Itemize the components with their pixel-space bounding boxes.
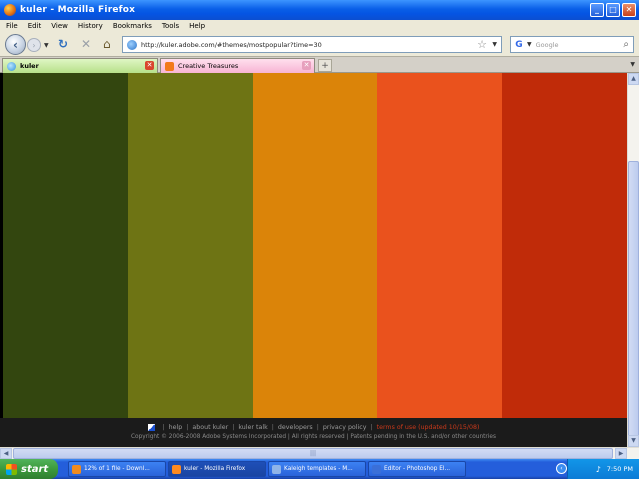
menu-file[interactable]: File: [6, 22, 18, 30]
color-swatch-4[interactable]: [377, 73, 503, 418]
menu-tools[interactable]: Tools: [162, 22, 179, 30]
home-icon[interactable]: ⌂: [103, 38, 111, 50]
footer-link-privacy[interactable]: privacy policy: [323, 424, 367, 431]
google-icon[interactable]: G: [513, 39, 525, 51]
tab-list-dropdown-icon[interactable]: ▼: [630, 61, 635, 68]
navigation-toolbar: ‹ › ▼ ↻ ✕ ⌂ http://kuler.adobe.com/#them…: [0, 32, 639, 56]
forward-button[interactable]: ›: [27, 38, 41, 52]
url-text: http://kuler.adobe.com/#themes/mostpopul…: [141, 40, 322, 49]
url-bar[interactable]: http://kuler.adobe.com/#themes/mostpopul…: [122, 36, 502, 53]
reload-icon[interactable]: ↻: [58, 38, 68, 50]
tab-kuler[interactable]: kuler ✕: [2, 58, 158, 73]
stop-icon[interactable]: ✕: [81, 38, 91, 50]
footer-link-kuler-talk[interactable]: kuler talk: [238, 424, 267, 431]
horizontal-scroll-thumb[interactable]: |||: [13, 448, 613, 459]
color-swatch-1[interactable]: [3, 73, 128, 418]
color-swatch-2[interactable]: [127, 73, 253, 418]
scroll-down-icon[interactable]: ▼: [628, 435, 639, 447]
menu-view[interactable]: View: [51, 22, 68, 30]
windows-taskbar: start 12% of 1 file - Downl... kuler - M…: [0, 459, 639, 479]
search-placeholder: Google: [535, 40, 559, 49]
windows-logo-icon: [6, 463, 17, 475]
taskbar-button-photoshop[interactable]: Editor - Photoshop El...: [368, 461, 466, 477]
history-dropdown-icon[interactable]: ▼: [44, 42, 49, 49]
clock: 7:50 PM: [606, 465, 633, 473]
footer-link-about[interactable]: about kuler: [192, 424, 228, 431]
horizontal-scrollbar[interactable]: ◀ ||| ▶: [0, 447, 639, 459]
footer-link-terms[interactable]: terms of use (updated 10/15/08): [377, 424, 480, 431]
forward-arrow-icon: ›: [32, 40, 36, 50]
tab-close-icon[interactable]: ✕: [302, 61, 311, 70]
back-button[interactable]: ‹: [5, 34, 26, 55]
window-title: kuler - Mozilla Firefox: [20, 5, 136, 15]
tab-creative-treasures[interactable]: Creative Treasures ✕: [160, 58, 315, 73]
color-swatch-3[interactable]: [252, 73, 378, 418]
scroll-left-icon[interactable]: ◀: [0, 448, 12, 459]
download-icon: [72, 464, 81, 474]
folder-icon: [272, 464, 281, 474]
blogger-favicon-icon: [165, 61, 174, 71]
system-tray: ‹ ♪ 7:50 PM: [556, 459, 639, 479]
kuler-logo-icon: [147, 424, 155, 431]
color-swatch-5[interactable]: [502, 73, 627, 418]
search-engine-dropdown-icon[interactable]: ▼: [527, 41, 532, 48]
menu-help[interactable]: Help: [189, 22, 205, 30]
kuler-favicon-icon: [7, 61, 16, 71]
start-label: start: [21, 463, 49, 475]
menu-history[interactable]: History: [78, 22, 103, 30]
taskbar-button-firefox[interactable]: kuler - Mozilla Firefox: [168, 461, 266, 477]
photoshop-icon: [372, 464, 381, 474]
tab-bar: kuler ✕ Creative Treasures ✕ + ▼: [0, 56, 639, 73]
url-dropdown-icon[interactable]: ▼: [492, 41, 497, 48]
tab-close-icon[interactable]: ✕: [145, 61, 154, 70]
start-button[interactable]: start: [0, 459, 58, 479]
search-icon[interactable]: ⌕: [623, 39, 629, 50]
firefox-icon: [4, 4, 16, 16]
tray-expand-icon[interactable]: ‹: [556, 463, 567, 474]
copyright-text: Copyright © 2006-2008 Adobe Systems Inco…: [131, 434, 496, 440]
tab-label: Creative Treasures: [178, 62, 239, 70]
bookmark-star-icon[interactable]: ☆: [477, 38, 487, 51]
footer-link-help[interactable]: help: [169, 424, 183, 431]
scroll-up-icon[interactable]: ▲: [628, 73, 639, 85]
page-footer: | help | about kuler | kuler talk | deve…: [0, 418, 627, 447]
taskbar-buttons: 12% of 1 file - Downl... kuler - Mozilla…: [68, 461, 466, 477]
vertical-scroll-thumb[interactable]: [628, 161, 639, 439]
scroll-right-icon[interactable]: ▶: [615, 448, 627, 459]
minimize-button[interactable]: _: [590, 3, 604, 17]
maximize-button[interactable]: □: [606, 3, 620, 17]
site-identity-icon[interactable]: [127, 39, 137, 50]
tab-label: kuler: [20, 62, 39, 70]
menu-bookmarks[interactable]: Bookmarks: [113, 22, 152, 30]
close-button[interactable]: ✕: [622, 3, 636, 17]
new-tab-button[interactable]: +: [318, 59, 332, 72]
page-content: | help | about kuler | kuler talk | deve…: [0, 73, 627, 447]
vertical-scrollbar[interactable]: ▲ ▼: [627, 73, 639, 447]
speaker-icon[interactable]: ♪: [596, 465, 601, 474]
taskbar-button-kaleigh[interactable]: Kaleigh templates - M...: [268, 461, 366, 477]
back-arrow-icon: ‹: [13, 37, 18, 52]
footer-link-developers[interactable]: developers: [278, 424, 313, 431]
title-bar: kuler - Mozilla Firefox _ □ ✕: [0, 0, 639, 20]
firefox-icon: [172, 464, 181, 474]
menu-bar: File Edit View History Bookmarks Tools H…: [0, 20, 639, 32]
color-theme-swatches: [3, 73, 627, 418]
taskbar-button-downloads[interactable]: 12% of 1 file - Downl...: [68, 461, 166, 477]
search-bar[interactable]: G ▼ Google ⌕: [510, 36, 634, 53]
menu-edit[interactable]: Edit: [28, 22, 42, 30]
